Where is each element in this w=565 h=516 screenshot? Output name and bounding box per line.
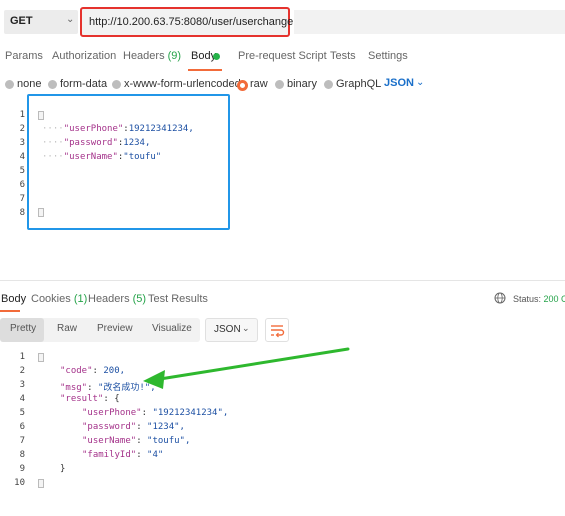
annotation-arrow xyxy=(143,347,350,389)
